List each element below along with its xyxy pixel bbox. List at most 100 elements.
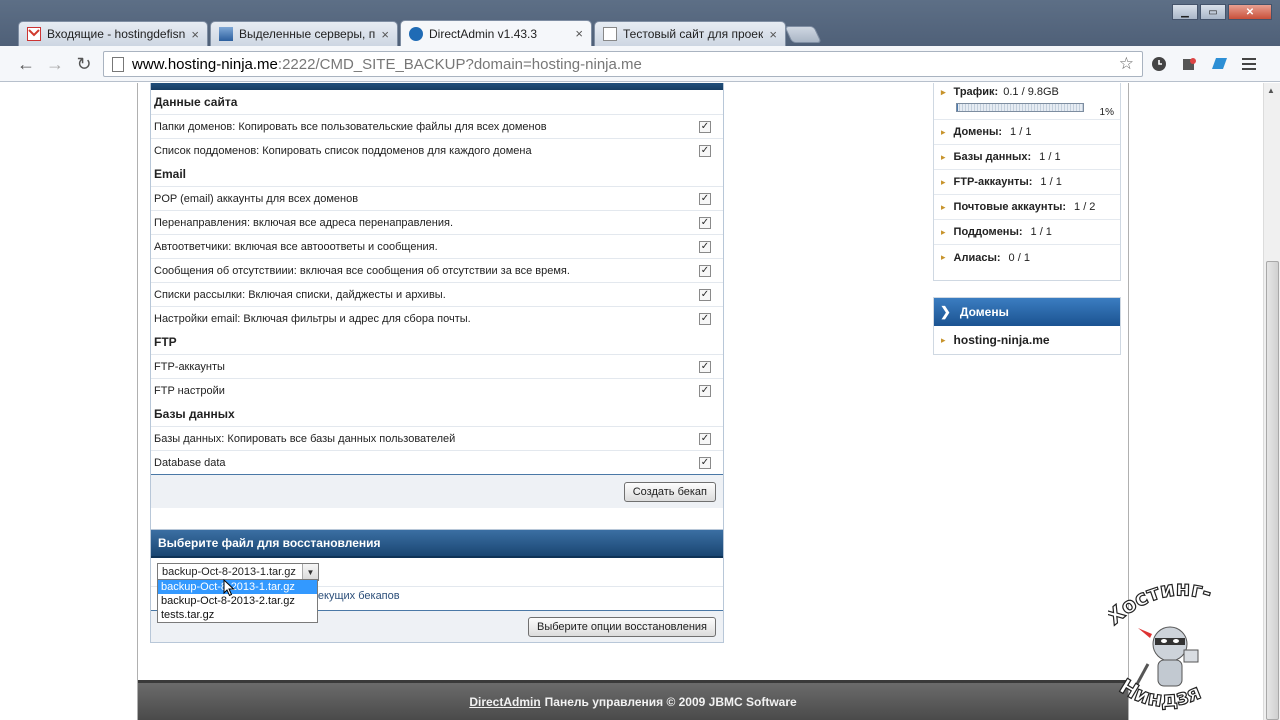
checkbox-checked[interactable]: ✓ xyxy=(699,144,711,157)
site-favicon-icon xyxy=(219,27,233,41)
checkbox-checked[interactable]: ✓ xyxy=(699,264,711,277)
close-tab-icon[interactable]: × xyxy=(381,27,389,42)
dropdown-option[interactable]: backup-Oct-8-2013-1.tar.gz xyxy=(158,580,317,594)
checkbox-checked[interactable]: ✓ xyxy=(699,120,711,133)
domains-panel-header: ❯ Домены xyxy=(934,298,1120,326)
svg-text:Хостинг-: Хостинг- xyxy=(1108,578,1215,630)
directadmin-footer-link[interactable]: DirectAdmin xyxy=(469,695,540,709)
checkbox-checked[interactable]: ✓ xyxy=(699,456,711,469)
traffic-progress-fill xyxy=(957,104,958,111)
window-controls: ▁ ▭ ✕ xyxy=(1172,4,1272,20)
checkbox-checked[interactable]: ✓ xyxy=(699,360,711,373)
bullet-icon: ▸ xyxy=(941,252,946,262)
browser-tab-gmail[interactable]: Входящие - hostingdefisn × xyxy=(18,21,208,46)
section-ftp: FTP xyxy=(154,335,177,349)
maximize-icon[interactable]: ▭ xyxy=(1200,4,1226,20)
option-label: Базы данных: Копировать все базы данных … xyxy=(154,432,456,445)
bullet-icon: ▸ xyxy=(941,226,946,237)
cast-extension-icon[interactable] xyxy=(1210,55,1228,73)
page-footer: DirectAdmin Панель управления © 2009 JBM… xyxy=(138,680,1128,720)
backup-option-row: FTP-аккаунты ✓ xyxy=(151,354,723,378)
scrollbar-thumb[interactable] xyxy=(1266,261,1279,720)
option-label: Сообщения об отсутствиии: включая все со… xyxy=(154,264,570,277)
checkbox-checked[interactable]: ✓ xyxy=(699,288,711,301)
stat-label: Алиасы: xyxy=(953,251,1001,264)
stat-row: ▸ Почтовые аккаунты: 1 / 2 xyxy=(934,195,1120,220)
ninja-watermark-logo: Хостинг- Ниндзя xyxy=(1101,576,1238,720)
section-databases: Базы данных xyxy=(154,407,235,421)
dropdown-option[interactable]: tests.tar.gz xyxy=(158,608,317,622)
domain-link[interactable]: ▸ hosting-ninja.me xyxy=(934,326,1120,354)
forward-arrow-icon[interactable]: → xyxy=(43,52,67,76)
checkbox-checked[interactable]: ✓ xyxy=(699,216,711,229)
bullet-icon: ▸ xyxy=(941,176,946,187)
scroll-up-icon[interactable]: ▲ xyxy=(1267,86,1275,95)
backup-option-row: Папки доменов: Копировать все пользовате… xyxy=(151,114,723,138)
ninja-icon xyxy=(1134,626,1199,687)
stat-row: ▸ Базы данных: 1 / 1 xyxy=(934,145,1120,170)
traffic-stat: ▸ Трафик: 0.1 / 9.8GB 1% xyxy=(934,83,1120,120)
bullet-icon: ▸ xyxy=(941,201,946,212)
backup-option-row: Database data ✓ xyxy=(151,450,723,474)
domains-panel: ❯ Домены ▸ hosting-ninja.me xyxy=(933,297,1121,355)
page-scrollbar[interactable]: ▲ xyxy=(1263,83,1280,720)
browser-tab-directadmin[interactable]: DirectAdmin v1.43.3 × xyxy=(400,20,592,46)
new-tab-button[interactable] xyxy=(784,26,822,43)
browser-tab-servers[interactable]: Выделенные серверы, пл × xyxy=(210,21,398,46)
close-tab-icon[interactable]: × xyxy=(769,27,777,42)
bullet-icon: ▸ xyxy=(941,334,946,345)
backup-option-row: Список поддоменов: Копировать список под… xyxy=(151,138,723,162)
checkbox-checked[interactable]: ✓ xyxy=(699,192,711,205)
chevron-right-icon: ❯ xyxy=(940,304,951,319)
browser-tab-testsite[interactable]: Тестовый сайт для проек × xyxy=(594,21,786,46)
bullet-icon: ▸ xyxy=(941,87,946,97)
footer-text: Панель управления © 2009 JBMC Software xyxy=(544,694,797,709)
stat-row: ▸ Алиасы: 0 / 1 xyxy=(934,245,1120,270)
panel-header-bar xyxy=(151,83,723,90)
close-window-icon[interactable]: ✕ xyxy=(1228,4,1272,20)
address-bar[interactable]: www.hosting-ninja.me:2222/CMD_SITE_BACKU… xyxy=(103,51,1143,77)
dropdown-option[interactable]: backup-Oct-8-2013-2.tar.gz xyxy=(158,594,317,608)
restore-options-button[interactable]: Выберите опции восстановления xyxy=(528,616,716,637)
browser-tab-bar: Входящие - hostingdefisn × Выделенные се… xyxy=(0,0,1280,46)
close-tab-icon[interactable]: × xyxy=(191,27,199,42)
option-label: FTP-аккаунты xyxy=(154,360,225,373)
option-label: Перенаправления: включая все адреса пере… xyxy=(154,216,454,229)
backup-option-row: Настройки email: Включая фильтры и адрес… xyxy=(151,306,723,330)
close-tab-icon[interactable]: × xyxy=(575,26,583,41)
puzzle-extension-icon[interactable] xyxy=(1180,55,1198,73)
stat-value: 0.1 / 9.8GB xyxy=(1003,86,1059,98)
bookmark-star-icon[interactable]: ☆ xyxy=(1119,54,1134,74)
directadmin-favicon-icon xyxy=(409,26,423,41)
option-label: Database data xyxy=(154,456,226,469)
checkbox-checked[interactable]: ✓ xyxy=(699,384,711,397)
checkbox-checked[interactable]: ✓ xyxy=(699,432,711,445)
option-label: Списки рассылки: Включая списки, дайджес… xyxy=(154,288,446,301)
gmail-icon xyxy=(27,27,41,41)
backup-option-row: Перенаправления: включая все адреса пере… xyxy=(151,210,723,234)
backup-options-panel: Данные сайта Папки доменов: Копировать в… xyxy=(150,83,724,591)
watermark-text-top: Хостинг- xyxy=(1101,576,1215,630)
create-backup-button[interactable]: Создать бекап xyxy=(623,481,716,502)
traffic-progress-bar xyxy=(956,103,1084,112)
stat-label: Базы данных: xyxy=(953,151,1032,163)
option-label: FTP настройи xyxy=(154,384,225,397)
reload-icon[interactable]: ↻ xyxy=(72,52,96,76)
minimize-icon[interactable]: ▁ xyxy=(1172,4,1198,20)
current-backups-link[interactable]: текущих бекапов xyxy=(313,590,400,602)
checkbox-checked[interactable]: ✓ xyxy=(699,312,711,325)
chevron-down-icon[interactable]: ▼ xyxy=(302,564,318,580)
url-host: www.hosting-ninja.me xyxy=(132,55,278,73)
stat-row: ▸ Домены: 1 / 1 xyxy=(934,120,1120,145)
checkbox-checked[interactable]: ✓ xyxy=(699,240,711,253)
clock-extension-icon[interactable] xyxy=(1150,55,1168,73)
page-viewport: Данные сайта Папки доменов: Копировать в… xyxy=(0,83,1263,720)
option-label: POP (email) аккаунты для всех доменов xyxy=(154,192,359,205)
stat-value: 1 / 1 xyxy=(1030,226,1052,238)
option-label: Папки доменов: Копировать все пользовате… xyxy=(154,120,547,133)
back-arrow-icon[interactable]: ← xyxy=(14,52,38,76)
tab-label: Тестовый сайт для проек xyxy=(623,27,764,41)
tab-label: Выделенные серверы, пл xyxy=(239,27,376,41)
menu-icon[interactable] xyxy=(1240,55,1258,73)
option-label: Настройки email: Включая фильтры и адрес… xyxy=(154,312,471,325)
